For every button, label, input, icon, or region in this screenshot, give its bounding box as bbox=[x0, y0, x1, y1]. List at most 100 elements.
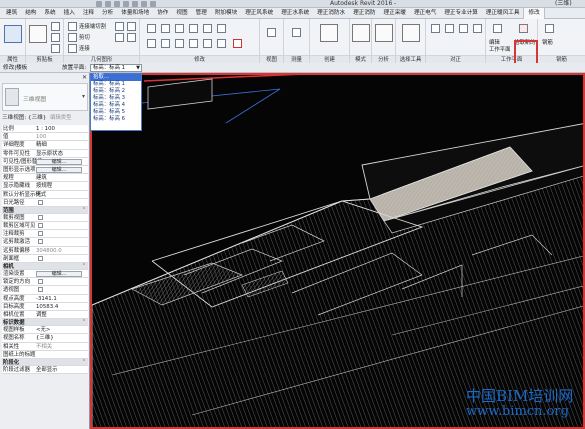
paste-button[interactable] bbox=[28, 24, 48, 44]
cut-icon[interactable] bbox=[50, 21, 61, 32]
tab-12[interactable]: 理正水系统 bbox=[277, 8, 313, 19]
demolish-icon[interactable] bbox=[126, 32, 137, 43]
type-selector[interactable]: 三维视图 ▾ bbox=[2, 83, 88, 111]
level-option[interactable]: 标高：标高 6 bbox=[91, 116, 141, 123]
tab-0[interactable]: 建筑 bbox=[2, 8, 21, 19]
collapse-icon[interactable]: ⌃ bbox=[82, 359, 86, 366]
split-face-icon[interactable] bbox=[126, 21, 137, 32]
property-value[interactable]: 精细 bbox=[36, 141, 47, 149]
paint-icon[interactable] bbox=[114, 21, 125, 32]
tab-1[interactable]: 结构 bbox=[21, 8, 40, 19]
edit-type-button[interactable]: 编辑类型 bbox=[50, 114, 72, 123]
text-icon[interactable] bbox=[150, 1, 156, 7]
cut-label[interactable]: 剪切 bbox=[79, 33, 90, 41]
array-icon[interactable] bbox=[202, 38, 213, 49]
analyze-icon[interactable] bbox=[374, 23, 394, 43]
tab-15[interactable]: 理正采暖 bbox=[380, 8, 410, 19]
tab-6[interactable]: 体量和场地 bbox=[117, 8, 153, 19]
property-section[interactable]: 相机 ⌃ bbox=[2, 263, 88, 270]
measure-icon[interactable] bbox=[141, 1, 147, 7]
scale-icon[interactable] bbox=[216, 38, 227, 49]
property-value[interactable]: 建筑 bbox=[36, 174, 47, 182]
edit-boundary-icon[interactable] bbox=[351, 23, 371, 43]
level-option[interactable]: 标高：标高 1 bbox=[91, 81, 141, 88]
property-checkbox[interactable] bbox=[38, 199, 43, 205]
rebar-label[interactable]: 钢筋 bbox=[542, 38, 553, 46]
property-value[interactable]: <无> bbox=[36, 326, 50, 334]
justify-icon[interactable] bbox=[430, 23, 441, 34]
property-value[interactable]: -3141.1 bbox=[36, 295, 57, 303]
tab-11[interactable]: 理正风系统 bbox=[241, 8, 277, 19]
tab-9[interactable]: 管理 bbox=[192, 8, 211, 19]
collapse-icon[interactable]: ⌃ bbox=[82, 319, 86, 326]
justify-left-icon[interactable] bbox=[444, 23, 455, 34]
level-option[interactable]: 标高：标高 4 bbox=[91, 102, 141, 109]
property-value[interactable]: 1 : 100 bbox=[36, 125, 55, 133]
property-value[interactable]: 调整 bbox=[36, 311, 47, 319]
property-checkbox[interactable] bbox=[38, 239, 43, 245]
match-type-icon[interactable] bbox=[50, 43, 61, 54]
join-geometry-icon[interactable] bbox=[67, 43, 78, 54]
cut-join-label[interactable]: 连接端切割 bbox=[79, 22, 106, 30]
properties-button[interactable] bbox=[3, 24, 23, 44]
select-tool-icon[interactable] bbox=[401, 23, 421, 43]
level-option[interactable]: 标高：标高 3 bbox=[91, 95, 141, 102]
tab-10[interactable]: 附加模块 bbox=[211, 8, 241, 19]
level-option[interactable]: 标高：标高 5 bbox=[91, 109, 141, 116]
level-option[interactable]: 标高：标高 2 bbox=[91, 88, 141, 95]
tab-19[interactable]: 修改 bbox=[523, 7, 545, 19]
instance-filter[interactable]: 三维视图: {三维} bbox=[2, 114, 46, 123]
property-checkbox[interactable] bbox=[38, 223, 43, 229]
tab-14[interactable]: 理正消防 bbox=[349, 8, 379, 19]
open-icon[interactable] bbox=[96, 1, 102, 7]
collapse-icon[interactable]: ⌃ bbox=[82, 263, 86, 270]
property-value[interactable]: 按规程 bbox=[36, 182, 52, 190]
property-edit-button[interactable]: 编辑... bbox=[36, 158, 82, 165]
undo-icon[interactable] bbox=[114, 1, 120, 7]
cope-icon[interactable] bbox=[67, 21, 78, 32]
property-value[interactable]: 10583.4 bbox=[36, 303, 58, 311]
level-option[interactable]: 拾取... bbox=[91, 74, 141, 81]
property-checkbox[interactable] bbox=[38, 255, 43, 261]
pick-new-workplane-icon[interactable] bbox=[518, 23, 529, 34]
property-checkbox[interactable] bbox=[38, 214, 43, 220]
property-edit-button[interactable]: 编辑... bbox=[36, 271, 82, 277]
placement-plane-dropdown[interactable]: 拾取... 标高：标高 1 标高：标高 2 标高：标高 3 标高：标高 4 标高：标高 5… bbox=[90, 73, 142, 131]
tab-18[interactable]: 理正暖风工具 bbox=[482, 8, 524, 19]
property-value[interactable]: 全部显示 bbox=[36, 366, 58, 374]
print-icon[interactable] bbox=[132, 1, 138, 7]
split-icon[interactable] bbox=[202, 23, 213, 34]
copy-element-icon[interactable] bbox=[160, 38, 171, 49]
justify-center-icon[interactable] bbox=[458, 23, 469, 34]
tab-16[interactable]: 理正电气 bbox=[410, 8, 440, 19]
mirror-draw-icon[interactable] bbox=[188, 23, 199, 34]
align-icon[interactable] bbox=[146, 23, 157, 34]
property-checkbox[interactable] bbox=[38, 231, 43, 237]
trim-icon[interactable] bbox=[188, 38, 199, 49]
offset-icon[interactable] bbox=[160, 23, 171, 34]
move-icon[interactable] bbox=[146, 38, 157, 49]
tab-3[interactable]: 插入 bbox=[60, 8, 79, 19]
property-checkbox[interactable] bbox=[38, 279, 43, 285]
create-group-icon[interactable] bbox=[319, 23, 339, 43]
wall-joins-icon[interactable] bbox=[114, 32, 125, 43]
placement-plane-select[interactable]: 标高：标高 1 ▼ bbox=[90, 64, 142, 72]
property-value[interactable]: 无 bbox=[36, 191, 41, 199]
delete-icon[interactable] bbox=[232, 38, 243, 49]
tab-17[interactable]: 理正专业计算 bbox=[440, 8, 482, 19]
cut-geometry-icon[interactable] bbox=[67, 32, 78, 43]
property-checkbox[interactable] bbox=[38, 287, 43, 293]
tab-7[interactable]: 协作 bbox=[153, 8, 172, 19]
mirror-axis-icon[interactable] bbox=[174, 23, 185, 34]
property-edit-button[interactable]: 编辑... bbox=[36, 166, 82, 173]
rotate-icon[interactable] bbox=[174, 38, 185, 49]
tab-8[interactable]: 视图 bbox=[172, 8, 191, 19]
set-workplane-icon[interactable] bbox=[492, 23, 503, 34]
property-section[interactable]: 阶段化 ⌃ bbox=[2, 358, 88, 366]
join-label[interactable]: 连接 bbox=[79, 44, 90, 52]
justify-right-icon[interactable] bbox=[472, 23, 483, 34]
3d-view-canvas[interactable] bbox=[90, 73, 585, 429]
pin-icon[interactable] bbox=[216, 23, 227, 34]
measure-tool-icon[interactable] bbox=[291, 27, 302, 38]
tab-4[interactable]: 注释 bbox=[79, 8, 98, 19]
